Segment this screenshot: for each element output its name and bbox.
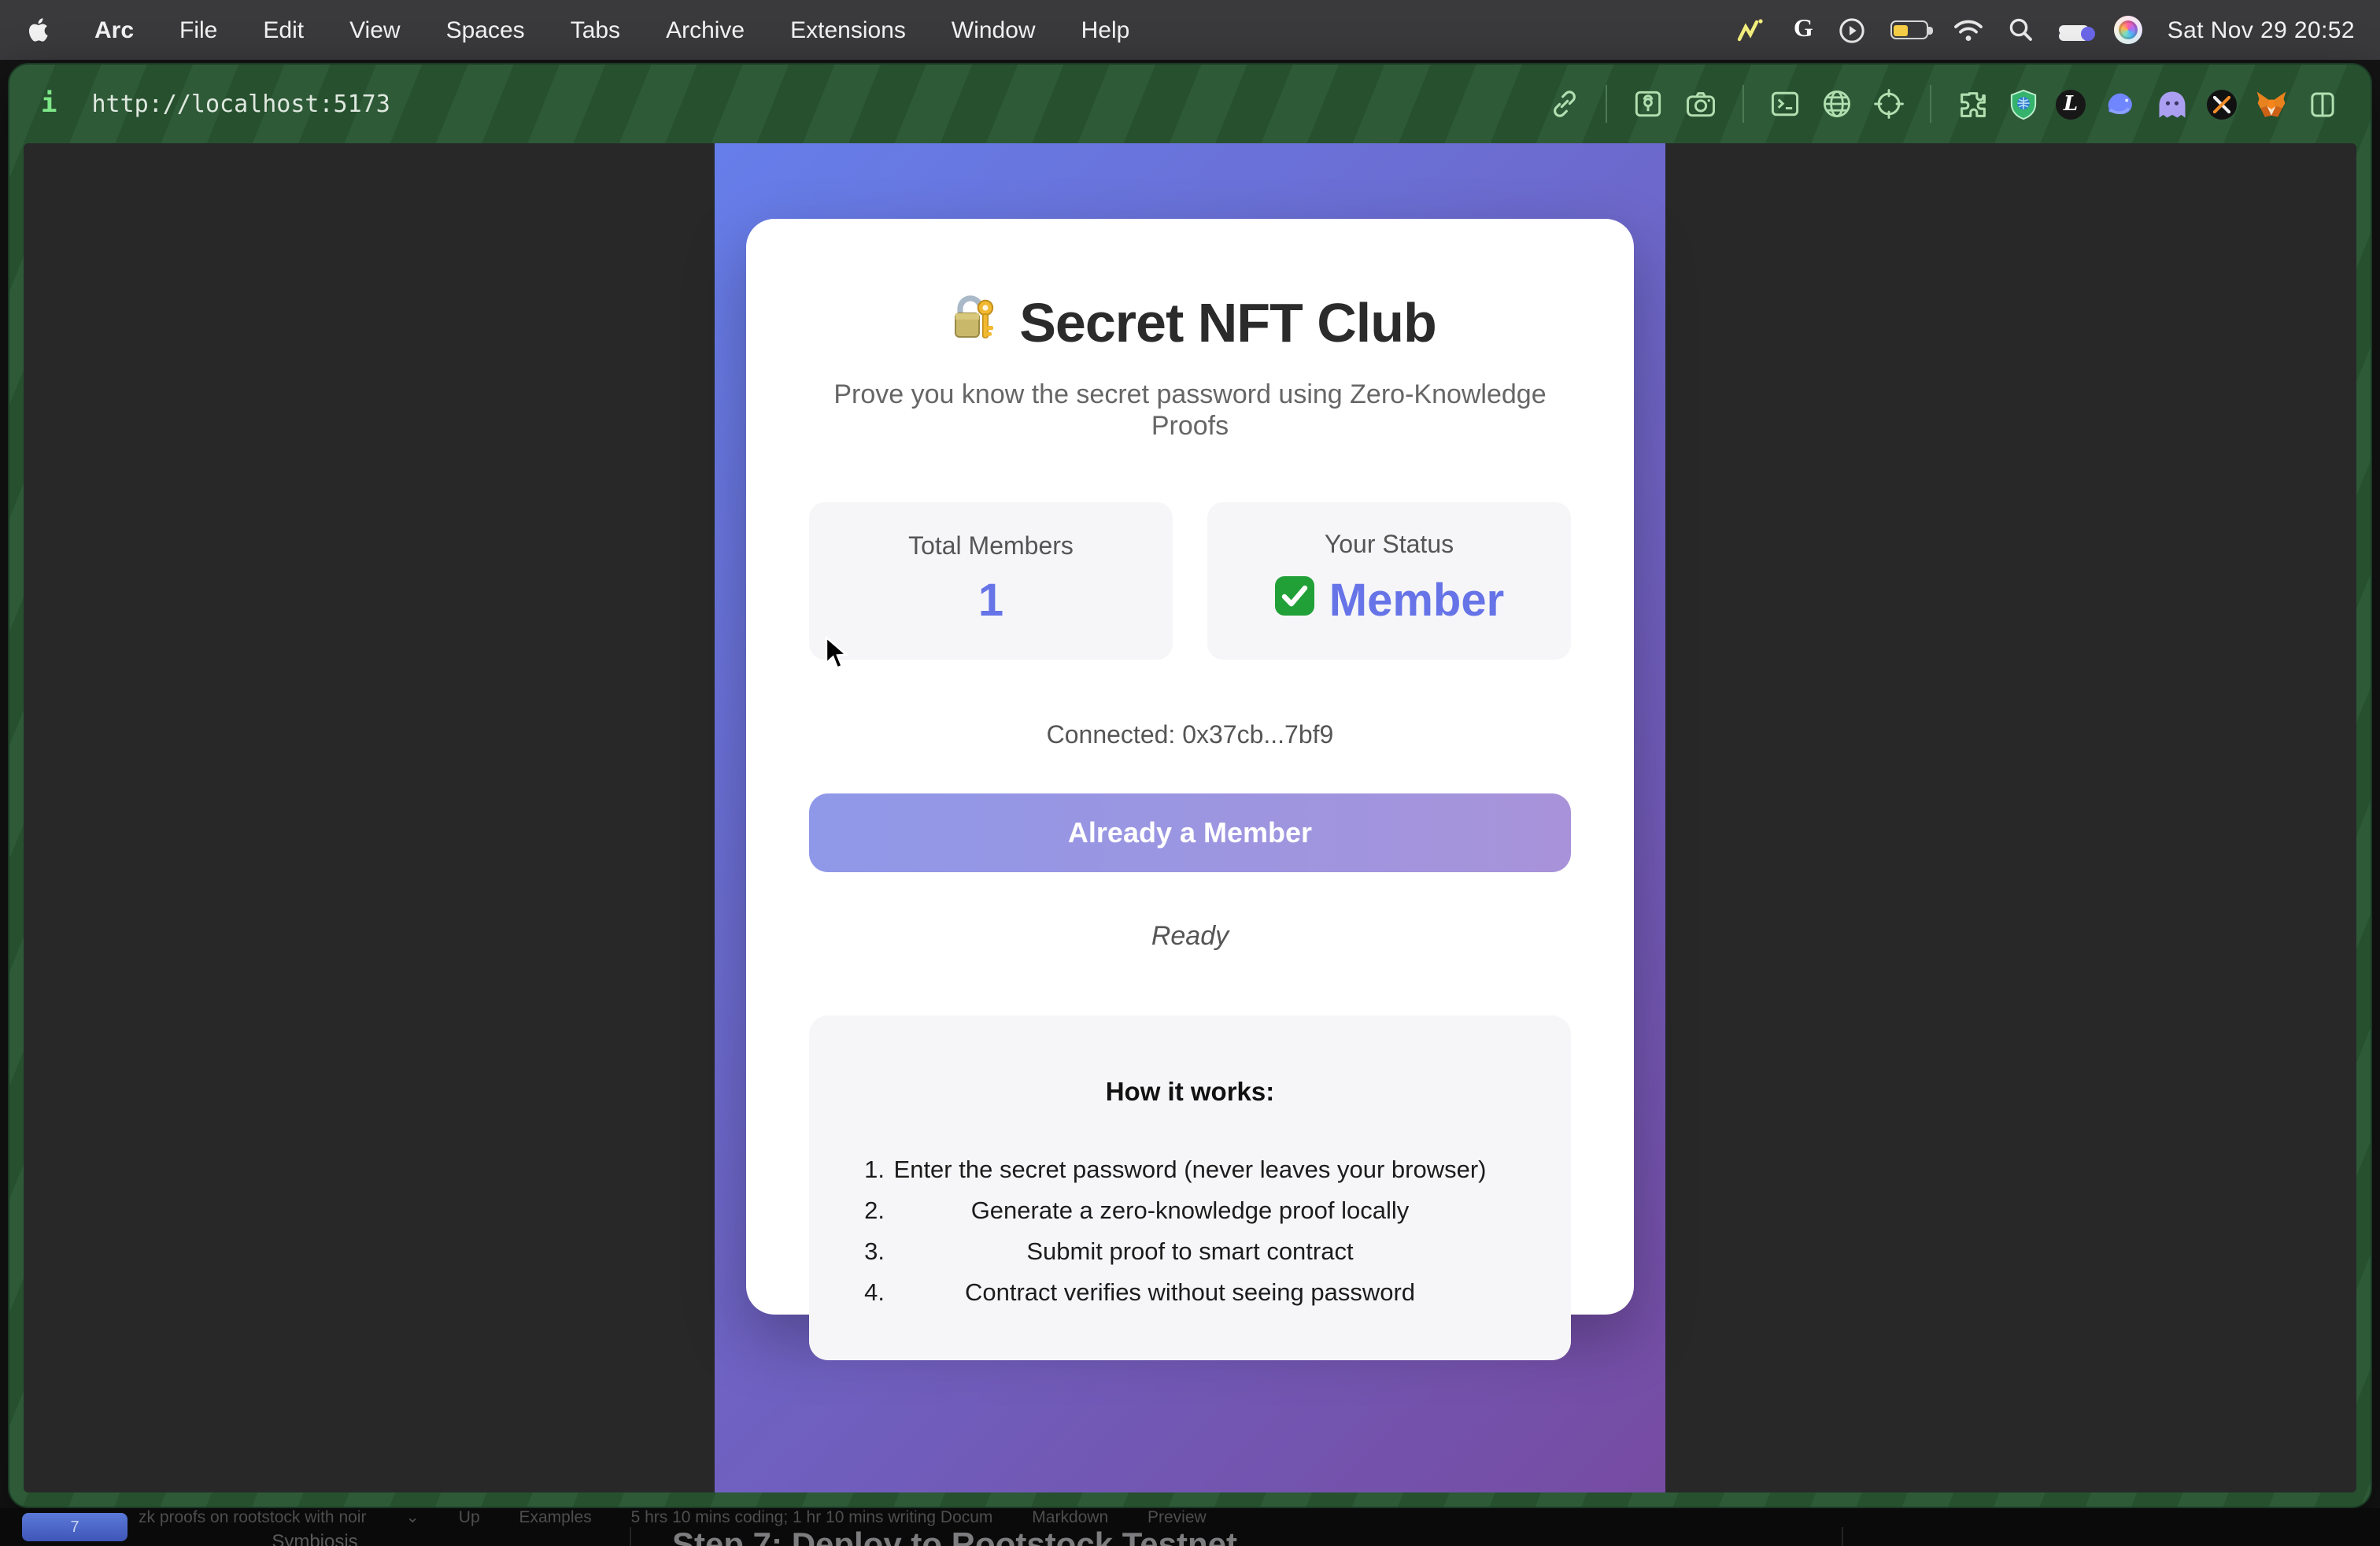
x-extension-icon[interactable] xyxy=(2207,89,2237,119)
camera-icon[interactable] xyxy=(1683,87,1719,121)
spotlight-search-icon[interactable] xyxy=(2009,14,2034,46)
siri-icon[interactable] xyxy=(2114,16,2142,44)
browser-toolbar: i http://localhost:5173 xyxy=(9,65,2371,143)
how-it-works-title: How it works: xyxy=(841,1078,1539,1108)
apple-logo-icon[interactable] xyxy=(25,14,49,46)
how-step-3: 3. Submit proof to smart contract xyxy=(841,1241,1539,1266)
background-preview-label[interactable]: Preview xyxy=(1148,1508,1207,1527)
picture-in-picture-icon[interactable] xyxy=(1631,87,1665,121)
split-view-icon[interactable] xyxy=(2306,87,2339,120)
info-icon[interactable]: i xyxy=(41,88,57,120)
background-window-strip: 7 zk proofs on rootstock with noir ⌄ Up … xyxy=(0,1508,2380,1546)
background-blue-tab[interactable]: 7 xyxy=(22,1513,128,1541)
toolbar-divider xyxy=(1743,85,1744,123)
link-icon[interactable] xyxy=(1547,87,1582,121)
mouse-cursor xyxy=(825,636,848,679)
arc-browser-window: i http://localhost:5173 xyxy=(8,63,2372,1508)
phantom-wallet-icon[interactable] xyxy=(2155,87,2190,120)
page-background-gradient: Secret NFT Club Prove you know the secre… xyxy=(715,143,1665,1492)
stat-label: Total Members xyxy=(908,534,1074,562)
extensions-puzzle-icon[interactable] xyxy=(1955,86,1991,122)
macos-menu-bar: Arc File Edit View Spaces Tabs Archive E… xyxy=(0,0,2380,60)
how-step-2: 2. Generate a zero-knowledge proof local… xyxy=(841,1200,1539,1225)
menu-archive[interactable]: Archive xyxy=(666,17,745,43)
menu-extensions[interactable]: Extensions xyxy=(790,17,906,43)
stat-value: 1 xyxy=(978,576,1003,628)
control-center-icon[interactable] xyxy=(2059,19,2089,41)
page-subtitle: Prove you know the secret password using… xyxy=(809,379,1571,442)
stat-label: Your Status xyxy=(1325,532,1454,560)
toolbar-divider xyxy=(1606,85,1607,123)
stocks-chart-icon[interactable] xyxy=(1737,14,1768,46)
url-bar[interactable]: i http://localhost:5173 xyxy=(41,88,390,120)
menu-app-name[interactable]: Arc xyxy=(94,17,134,43)
menu-view[interactable]: View xyxy=(349,17,401,43)
background-sidebar-title: Symbiosis xyxy=(205,1530,425,1546)
screen: Arc File Edit View Spaces Tabs Archive E… xyxy=(0,0,2380,1546)
background-session-text: 5 hrs 10 mins coding; 1 hr 10 mins writi… xyxy=(631,1508,993,1527)
metamask-fox-icon[interactable] xyxy=(2254,87,2289,120)
url-text[interactable]: http://localhost:5173 xyxy=(92,90,390,118)
script-l-extension-icon[interactable]: L xyxy=(2056,89,2086,119)
background-window-toolbar: zk proofs on rootstock with noir ⌄ Up Ex… xyxy=(139,1508,1241,1529)
how-step-1: 1. Enter the secret password (never leav… xyxy=(841,1159,1539,1184)
background-up-label[interactable]: Up xyxy=(459,1508,480,1527)
background-examples-label[interactable]: Examples xyxy=(519,1508,592,1527)
total-members-stat: Total Members 1 xyxy=(809,502,1173,660)
rabby-wallet-icon[interactable] xyxy=(2103,88,2138,120)
chevron-down-icon: ⌄ xyxy=(405,1508,419,1527)
privacy-shield-icon[interactable] xyxy=(2009,89,2038,119)
how-step-4: 4. Contract verifies without seeing pass… xyxy=(841,1282,1539,1307)
menu-spaces[interactable]: Spaces xyxy=(446,17,525,43)
background-divider xyxy=(1842,1527,1843,1546)
connected-wallet-address: Connected: 0x37cb...7bf9 xyxy=(809,723,1571,751)
grammarly-icon[interactable]: G xyxy=(1794,14,1813,46)
background-divider xyxy=(630,1527,631,1546)
how-it-works-panel: How it works: 1. Enter the secret passwo… xyxy=(809,1015,1571,1360)
battery-icon[interactable] xyxy=(1890,20,1928,39)
terminal-icon[interactable] xyxy=(1768,87,1802,121)
background-markdown-label[interactable]: Markdown xyxy=(1032,1508,1108,1527)
menu-tabs[interactable]: Tabs xyxy=(571,17,620,43)
stat-value: Member xyxy=(1329,576,1504,628)
toolbar-divider xyxy=(1930,85,1931,123)
page-title: Secret NFT Club xyxy=(1019,292,1436,355)
menu-file[interactable]: File xyxy=(179,17,217,43)
check-mark-emoji xyxy=(1274,575,1317,630)
wifi-icon[interactable] xyxy=(1953,14,1983,46)
globe-icon[interactable] xyxy=(1820,87,1854,121)
background-tab-title[interactable]: zk proofs on rootstock with noir xyxy=(139,1508,366,1527)
your-status-stat: Your Status Member xyxy=(1207,502,1571,660)
menu-bar-clock[interactable]: Sat Nov 29 20:52 xyxy=(2168,17,2355,43)
secret-nft-club-card: Secret NFT Club Prove you know the secre… xyxy=(746,219,1634,1315)
target-icon[interactable] xyxy=(1872,87,1906,121)
browser-viewport: Secret NFT Club Prove you know the secre… xyxy=(24,143,2356,1492)
already-a-member-button[interactable]: Already a Member xyxy=(809,793,1571,872)
lock-with-key-emoji xyxy=(944,291,1000,356)
menu-help[interactable]: Help xyxy=(1081,17,1130,43)
status-text: Ready xyxy=(809,921,1571,952)
play-circle-icon[interactable] xyxy=(1839,14,1865,46)
background-document-heading: Step 7: Deploy to Rootstock Testnet xyxy=(672,1527,1237,1546)
menu-edit[interactable]: Edit xyxy=(263,17,304,43)
menu-window[interactable]: Window xyxy=(952,17,1036,43)
